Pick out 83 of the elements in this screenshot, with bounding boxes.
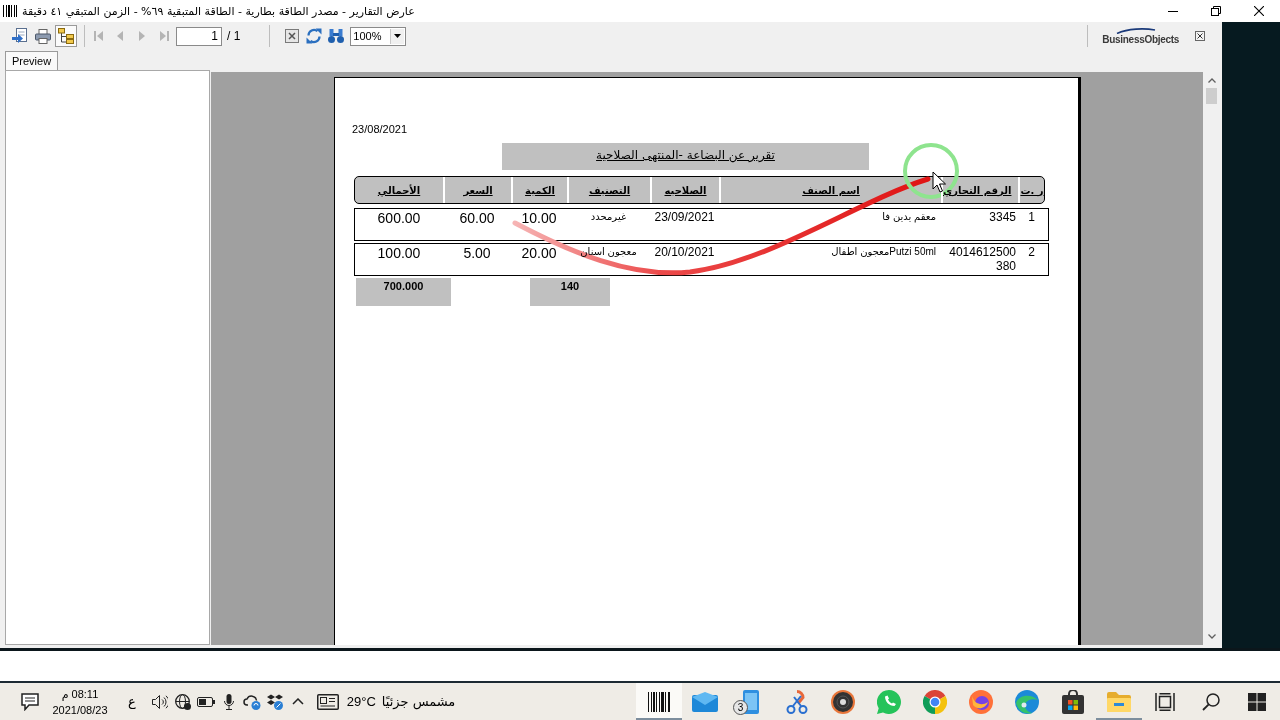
group-tree-button[interactable] [55, 25, 77, 47]
column-header: الكمية [511, 177, 567, 203]
tab[interactable]: Preview [5, 51, 59, 70]
triangle-left-icon [117, 31, 123, 41]
report-title: تقرير عن البضاعة -المنتهى الصلاحية [502, 143, 869, 170]
binoculars-icon [328, 29, 345, 43]
column-header: السعر [443, 177, 511, 203]
table-cell-text: 2 [1027, 244, 1036, 261]
printer-icon [35, 28, 51, 44]
table-cell-text: 23/09/2021 [653, 209, 716, 226]
zoom-select[interactable]: 100% [350, 26, 407, 46]
clock-date[interactable]: 2021/08/23 [52, 701, 108, 718]
table-cell-text: 1 [1027, 209, 1036, 226]
volume-icon[interactable] [152, 694, 169, 709]
export-icon [12, 28, 28, 44]
caret-icon [394, 34, 402, 38]
table-cell-text: 20/10/2021 [653, 244, 716, 261]
total-amount: 700.000 [356, 278, 451, 306]
table-cell-text: 5.00 [462, 244, 492, 263]
search-icon[interactable] [1202, 692, 1220, 711]
clock-time[interactable]: 08:11 م [61, 685, 99, 702]
swoosh-icon [1116, 27, 1157, 34]
restore-icon [1210, 6, 1221, 16]
folder-icon [1107, 691, 1131, 712]
table-cell-text: معجون اسنان [579, 245, 638, 259]
column-header: ر .ت [1018, 177, 1044, 203]
chevron-up-icon[interactable] [292, 698, 305, 705]
notification-badge: 3 [733, 700, 748, 715]
task-view-icon[interactable] [1155, 692, 1175, 711]
close-icon[interactable] [1195, 31, 1205, 41]
x-box-icon [285, 29, 300, 43]
window-title: عارض التقارير - مصدر الطاقة بطارية - الطاقة المتبقية ٦٩% - الزمن المتبقي ٤١ دقيقة [22, 4, 415, 18]
cloud-sync-icon[interactable] [243, 693, 262, 710]
table-cell-text: 100.00 [376, 244, 422, 263]
shopping-bag-icon [1062, 689, 1084, 714]
report-date: 23/08/2021 [352, 123, 408, 136]
brand-logo: BusinessObjects [1102, 33, 1179, 45]
tree-icon [58, 28, 74, 44]
skip-last-icon [159, 31, 169, 41]
weather-temperature[interactable]: 29°C [346, 694, 376, 709]
news-icon[interactable] [316, 693, 339, 710]
triangle-right-icon [139, 31, 145, 41]
envelope-icon [692, 691, 718, 712]
table-cell-text: 20.00 [520, 244, 558, 263]
diamond-cluster-icon[interactable] [267, 693, 284, 710]
globe-icon[interactable] [175, 693, 192, 710]
table-cell-text: غيرمحدد [589, 210, 628, 224]
phone-icon [743, 689, 759, 714]
microphone-icon[interactable] [224, 693, 235, 710]
table-cell-text: 60.00 [458, 209, 496, 228]
page-number-field[interactable]: 1 [176, 26, 222, 46]
flame-circle-icon [969, 689, 993, 714]
disc-icon [831, 689, 855, 714]
weather-condition[interactable]: مشمس جزئيًا [381, 694, 456, 709]
chevron-down-icon[interactable] [1207, 634, 1216, 639]
language-indicator[interactable]: ع [128, 694, 136, 709]
notification-icon[interactable] [21, 692, 39, 711]
table-cell-text: 600.00 [376, 209, 422, 228]
taskbar-button[interactable] [636, 683, 682, 720]
table-cell-text: 3345 [988, 209, 1017, 226]
chat-bubble-icon [877, 689, 901, 714]
column-header: التصنيف [567, 177, 650, 203]
table-cell-text: 4014612500380 [948, 244, 1017, 275]
refresh-icon [306, 28, 323, 44]
total-quantity: 140 [530, 278, 610, 306]
tricolor-circle-icon [923, 689, 947, 714]
column-header: الصلاحيه [650, 177, 719, 203]
minimize-icon [1167, 10, 1178, 12]
barcode-icon [648, 691, 670, 712]
wave-circle-icon [1015, 689, 1039, 714]
column-header: الأجمالي [376, 183, 422, 199]
barcode-icon [3, 5, 17, 17]
scrollbar-thumb[interactable] [1206, 88, 1217, 104]
taskbar-button[interactable]: 3 [728, 683, 774, 720]
four-squares-icon[interactable] [1248, 692, 1266, 711]
table-cell-text: معقم يدين فا [881, 210, 937, 225]
table-cell-text: Putzi 50mlمعجون اطفال [830, 245, 937, 259]
table-cell-text: 10.00 [520, 209, 558, 228]
page-count: / 1 [227, 29, 241, 43]
scissors-icon [786, 689, 808, 714]
battery-icon[interactable] [197, 696, 216, 707]
skip-first-icon [93, 31, 103, 41]
close-icon [1253, 6, 1264, 16]
